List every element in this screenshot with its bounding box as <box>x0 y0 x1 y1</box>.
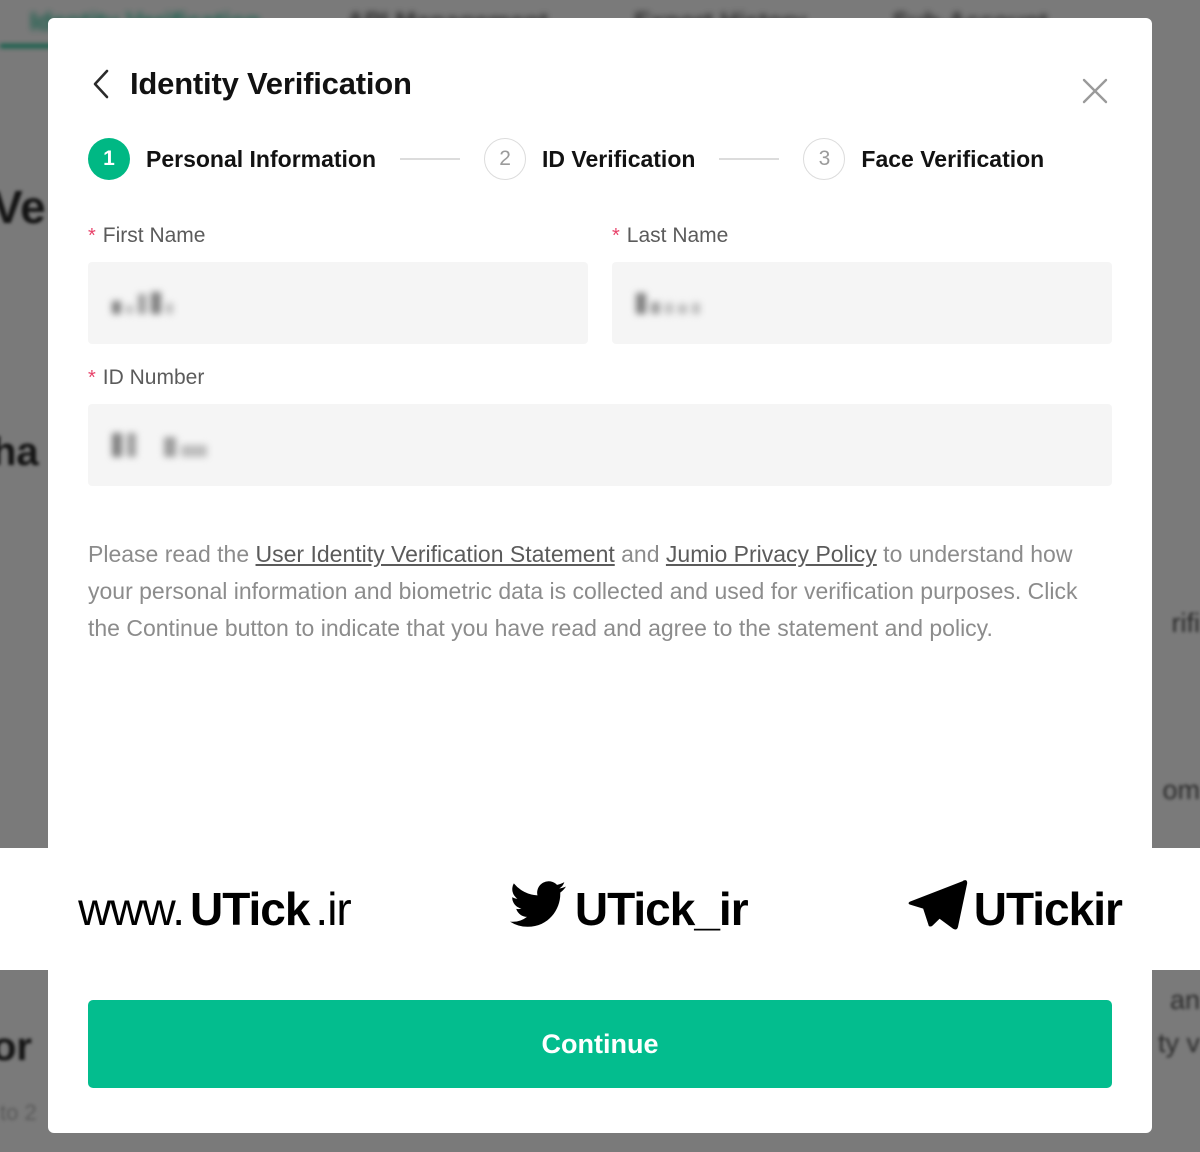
watermark-twitter: UTick_ir <box>507 876 749 943</box>
required-marker: * <box>612 225 620 247</box>
step-number-2: 2 <box>484 138 527 180</box>
watermark-twitter-handle: UTick_ir <box>574 883 749 935</box>
step-number-1: 1 <box>88 138 130 180</box>
watermark-telegram: UTickir <box>904 876 1123 943</box>
step-label-id-verification: ID Verification <box>542 145 696 172</box>
step-face-verification[interactable]: 3 Face Verification <box>803 138 1044 180</box>
id-number-input[interactable] <box>88 404 1112 486</box>
page-title: Identity Verification <box>130 66 412 101</box>
watermark-telegram-handle: UTickir <box>973 883 1123 935</box>
step-label-personal-information: Personal Information <box>146 145 377 172</box>
disclaimer-part-1: Please read the <box>88 541 256 567</box>
step-connector-2 <box>719 158 780 160</box>
step-connector-1 <box>400 158 461 160</box>
first-name-input[interactable] <box>88 262 588 344</box>
verification-disclaimer: Please read the User Identity Verificati… <box>48 508 1152 646</box>
telegram-plane-icon <box>904 876 968 943</box>
watermark-site-brand: UTick <box>189 883 310 935</box>
user-identity-verification-statement-link[interactable]: User Identity Verification Statement <box>256 541 615 567</box>
continue-button[interactable]: Continue <box>88 1000 1112 1088</box>
background-fragment-footnote: to 2 <box>0 1100 37 1125</box>
background-fragment-om: om <box>1162 775 1200 805</box>
background-fragment-verify: rifi <box>1171 608 1200 638</box>
modal-header: Identity Verification <box>48 18 1152 104</box>
required-marker: * <box>88 367 96 389</box>
background-fragment-lower: or <box>0 1025 32 1069</box>
first-name-label: * First Name <box>88 224 588 248</box>
background-fragment-tyv: ty v <box>1157 1028 1200 1058</box>
watermark-band: www. UTick .ir UTick_ir UTickir <box>0 848 1200 970</box>
first-name-label-text: First Name <box>102 224 206 247</box>
redacted-value <box>112 292 173 314</box>
id-number-label: * ID Number <box>88 366 1112 390</box>
redacted-value <box>636 292 700 314</box>
last-name-label-text: Last Name <box>626 224 729 247</box>
first-name-group: * First Name <box>88 224 588 344</box>
personal-information-form: * First Name * Last Name * ID Number <box>48 180 1152 508</box>
step-number-3: 3 <box>803 138 846 180</box>
id-number-label-text: ID Number <box>102 366 205 389</box>
step-label-face-verification: Face Verification <box>861 145 1045 172</box>
last-name-group: * Last Name <box>612 224 1112 344</box>
continue-button-wrapper: Continue <box>88 1000 1112 1088</box>
watermark-site-suffix: .ir <box>315 883 351 935</box>
step-personal-information[interactable]: 1 Personal Information <box>88 138 376 180</box>
background-fragment-and: an <box>1169 985 1200 1015</box>
required-marker: * <box>88 225 96 247</box>
twitter-bird-icon <box>507 876 569 943</box>
watermark-website: www. UTick .ir <box>78 882 352 936</box>
last-name-input[interactable] <box>612 262 1112 344</box>
chevron-left-icon[interactable] <box>88 67 114 101</box>
last-name-label: * Last Name <box>612 224 1112 248</box>
jumio-privacy-policy-link[interactable]: Jumio Privacy Policy <box>666 541 877 567</box>
disclaimer-part-2: and <box>614 541 666 567</box>
verification-stepper: 1 Personal Information 2 ID Verification… <box>48 102 1152 180</box>
id-number-group: * ID Number <box>88 366 1112 486</box>
background-fragment-heading: Ve <box>0 181 46 233</box>
step-id-verification[interactable]: 2 ID Verification <box>484 138 695 180</box>
watermark-site-prefix: www. <box>78 883 185 935</box>
id-number-row: * ID Number <box>88 366 1112 508</box>
redacted-value <box>112 433 207 457</box>
name-field-row: * First Name * Last Name <box>88 224 1112 366</box>
background-fragment-mid: ha <box>0 430 39 474</box>
close-icon[interactable] <box>1078 74 1112 108</box>
